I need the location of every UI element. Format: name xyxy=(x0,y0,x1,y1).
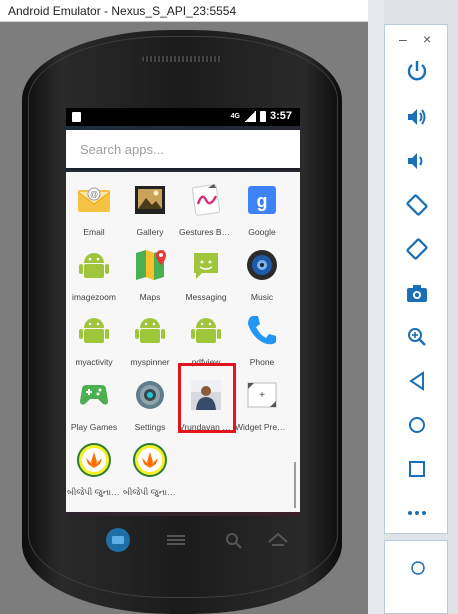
app-label: Gallery xyxy=(136,227,164,237)
svg-text:@: @ xyxy=(90,190,98,199)
android-icon xyxy=(135,318,165,343)
app-phone[interactable]: Phone xyxy=(234,306,290,371)
app-settings[interactable]: Settings xyxy=(122,371,178,436)
status-time: 3:57 xyxy=(269,110,292,122)
bjp-logo-icon xyxy=(77,443,111,477)
search-apps-bar[interactable] xyxy=(66,130,300,168)
home-icon[interactable] xyxy=(405,413,429,437)
android-icon xyxy=(79,253,109,278)
app-label: Gestures Buil... xyxy=(179,227,233,237)
app-label: Play Games xyxy=(70,422,118,432)
settings-icon xyxy=(136,381,164,409)
search-apps-input[interactable] xyxy=(78,130,300,168)
android-icon xyxy=(79,318,109,343)
volume-up-icon[interactable] xyxy=(405,105,429,129)
zoom-icon[interactable] xyxy=(405,325,429,349)
more-icon[interactable] xyxy=(405,501,429,525)
back-nav-icon[interactable] xyxy=(266,530,290,550)
app-myactivity[interactable]: myactivity xyxy=(66,306,122,371)
widget-preview-icon: + xyxy=(247,382,277,408)
app-label: myspinner xyxy=(130,357,170,367)
battery-icon xyxy=(259,110,266,122)
camera-icon[interactable] xyxy=(405,281,429,305)
app-label: બીજેપી જુનાગ... xyxy=(123,487,177,497)
secondary-panel xyxy=(384,540,448,614)
app-drawer[interactable]: @ Email Gallery Gestures Buil... g Googl… xyxy=(66,172,300,512)
app-label: Widget Previ... xyxy=(235,422,289,432)
messaging-icon xyxy=(194,253,218,279)
app-gestures-builder[interactable]: Gestures Buil... xyxy=(178,176,234,241)
minimize-icon[interactable]: – xyxy=(399,31,407,47)
menu-icon[interactable] xyxy=(164,530,188,550)
app-label: Settings xyxy=(134,422,166,432)
app-google[interactable]: g Google xyxy=(234,176,290,241)
close-icon[interactable]: × xyxy=(423,31,431,47)
app-label: બીજેપી જુનાગ... xyxy=(67,487,121,497)
app-label: myactivity xyxy=(75,357,113,367)
app-label: imagezoom xyxy=(72,292,116,302)
selection-highlight xyxy=(178,363,236,433)
emulator-window: Android Emulator - Nexus_S_API_23:5554 4… xyxy=(0,0,368,614)
window-title: Android Emulator - Nexus_S_API_23:5554 xyxy=(0,0,368,22)
app-email[interactable]: @ Email xyxy=(66,176,122,241)
app-bjp-junagadh-2[interactable]: બીજેપી જુનાગ... xyxy=(122,436,178,501)
signal-icon xyxy=(243,110,256,122)
rotate-right-icon[interactable] xyxy=(405,237,429,261)
app-imagezoom[interactable]: imagezoom xyxy=(66,241,122,306)
app-label: Messaging xyxy=(185,292,227,302)
app-label: Music xyxy=(250,292,274,302)
app-maps[interactable]: Maps xyxy=(122,241,178,306)
notification-icon xyxy=(72,112,81,122)
android-icon xyxy=(191,318,221,343)
phone-icon xyxy=(248,316,276,345)
overview-icon[interactable] xyxy=(405,457,429,481)
app-grid: @ Email Gallery Gestures Buil... g Googl… xyxy=(66,176,292,501)
speaker-grille xyxy=(142,56,222,62)
app-label: Google xyxy=(248,227,276,237)
app-music[interactable]: Music xyxy=(234,241,290,306)
app-gallery[interactable]: Gallery xyxy=(122,176,178,241)
app-bjp-junagadh-1[interactable]: બીજેપી જુનાગ... xyxy=(66,436,122,501)
bjp-logo-icon xyxy=(133,443,167,477)
volume-down-icon[interactable] xyxy=(405,149,429,173)
app-label: Phone xyxy=(249,357,275,367)
app-label: Email xyxy=(83,227,105,237)
gestures-builder-icon xyxy=(191,184,221,216)
home-circle-icon[interactable] xyxy=(409,559,427,577)
app-pdfview[interactable]: pdfview xyxy=(178,306,234,371)
google-icon: g xyxy=(248,186,276,214)
search-icon[interactable] xyxy=(222,530,246,550)
play-games-icon xyxy=(80,385,108,405)
gallery-icon xyxy=(135,186,165,214)
maps-icon xyxy=(136,250,166,280)
phone-device: 4G 3:57 @ xyxy=(22,30,342,614)
home-orb-icon[interactable] xyxy=(104,526,132,554)
email-icon: @ xyxy=(77,187,111,212)
app-label: Maps xyxy=(139,292,161,302)
scrollbar[interactable] xyxy=(294,462,296,508)
app-myspinner[interactable]: myspinner xyxy=(122,306,178,371)
app-messaging[interactable]: Messaging xyxy=(178,241,234,306)
power-icon[interactable] xyxy=(405,59,429,83)
music-icon xyxy=(247,250,277,280)
background-window xyxy=(368,0,384,614)
emulator-controls: – × xyxy=(384,24,448,534)
svg-text:g: g xyxy=(257,191,268,211)
phone-nav-bar xyxy=(66,520,300,564)
rotate-left-icon[interactable] xyxy=(405,193,429,217)
app-play-games[interactable]: Play Games xyxy=(66,371,122,436)
status-bar: 4G 3:57 xyxy=(66,108,300,126)
svg-text:+: + xyxy=(259,390,265,401)
app-widget-preview[interactable]: + Widget Previ... xyxy=(234,371,290,436)
network-type: 4G xyxy=(230,112,240,120)
phone-screen[interactable]: 4G 3:57 @ xyxy=(66,108,300,516)
back-icon[interactable] xyxy=(405,369,429,393)
